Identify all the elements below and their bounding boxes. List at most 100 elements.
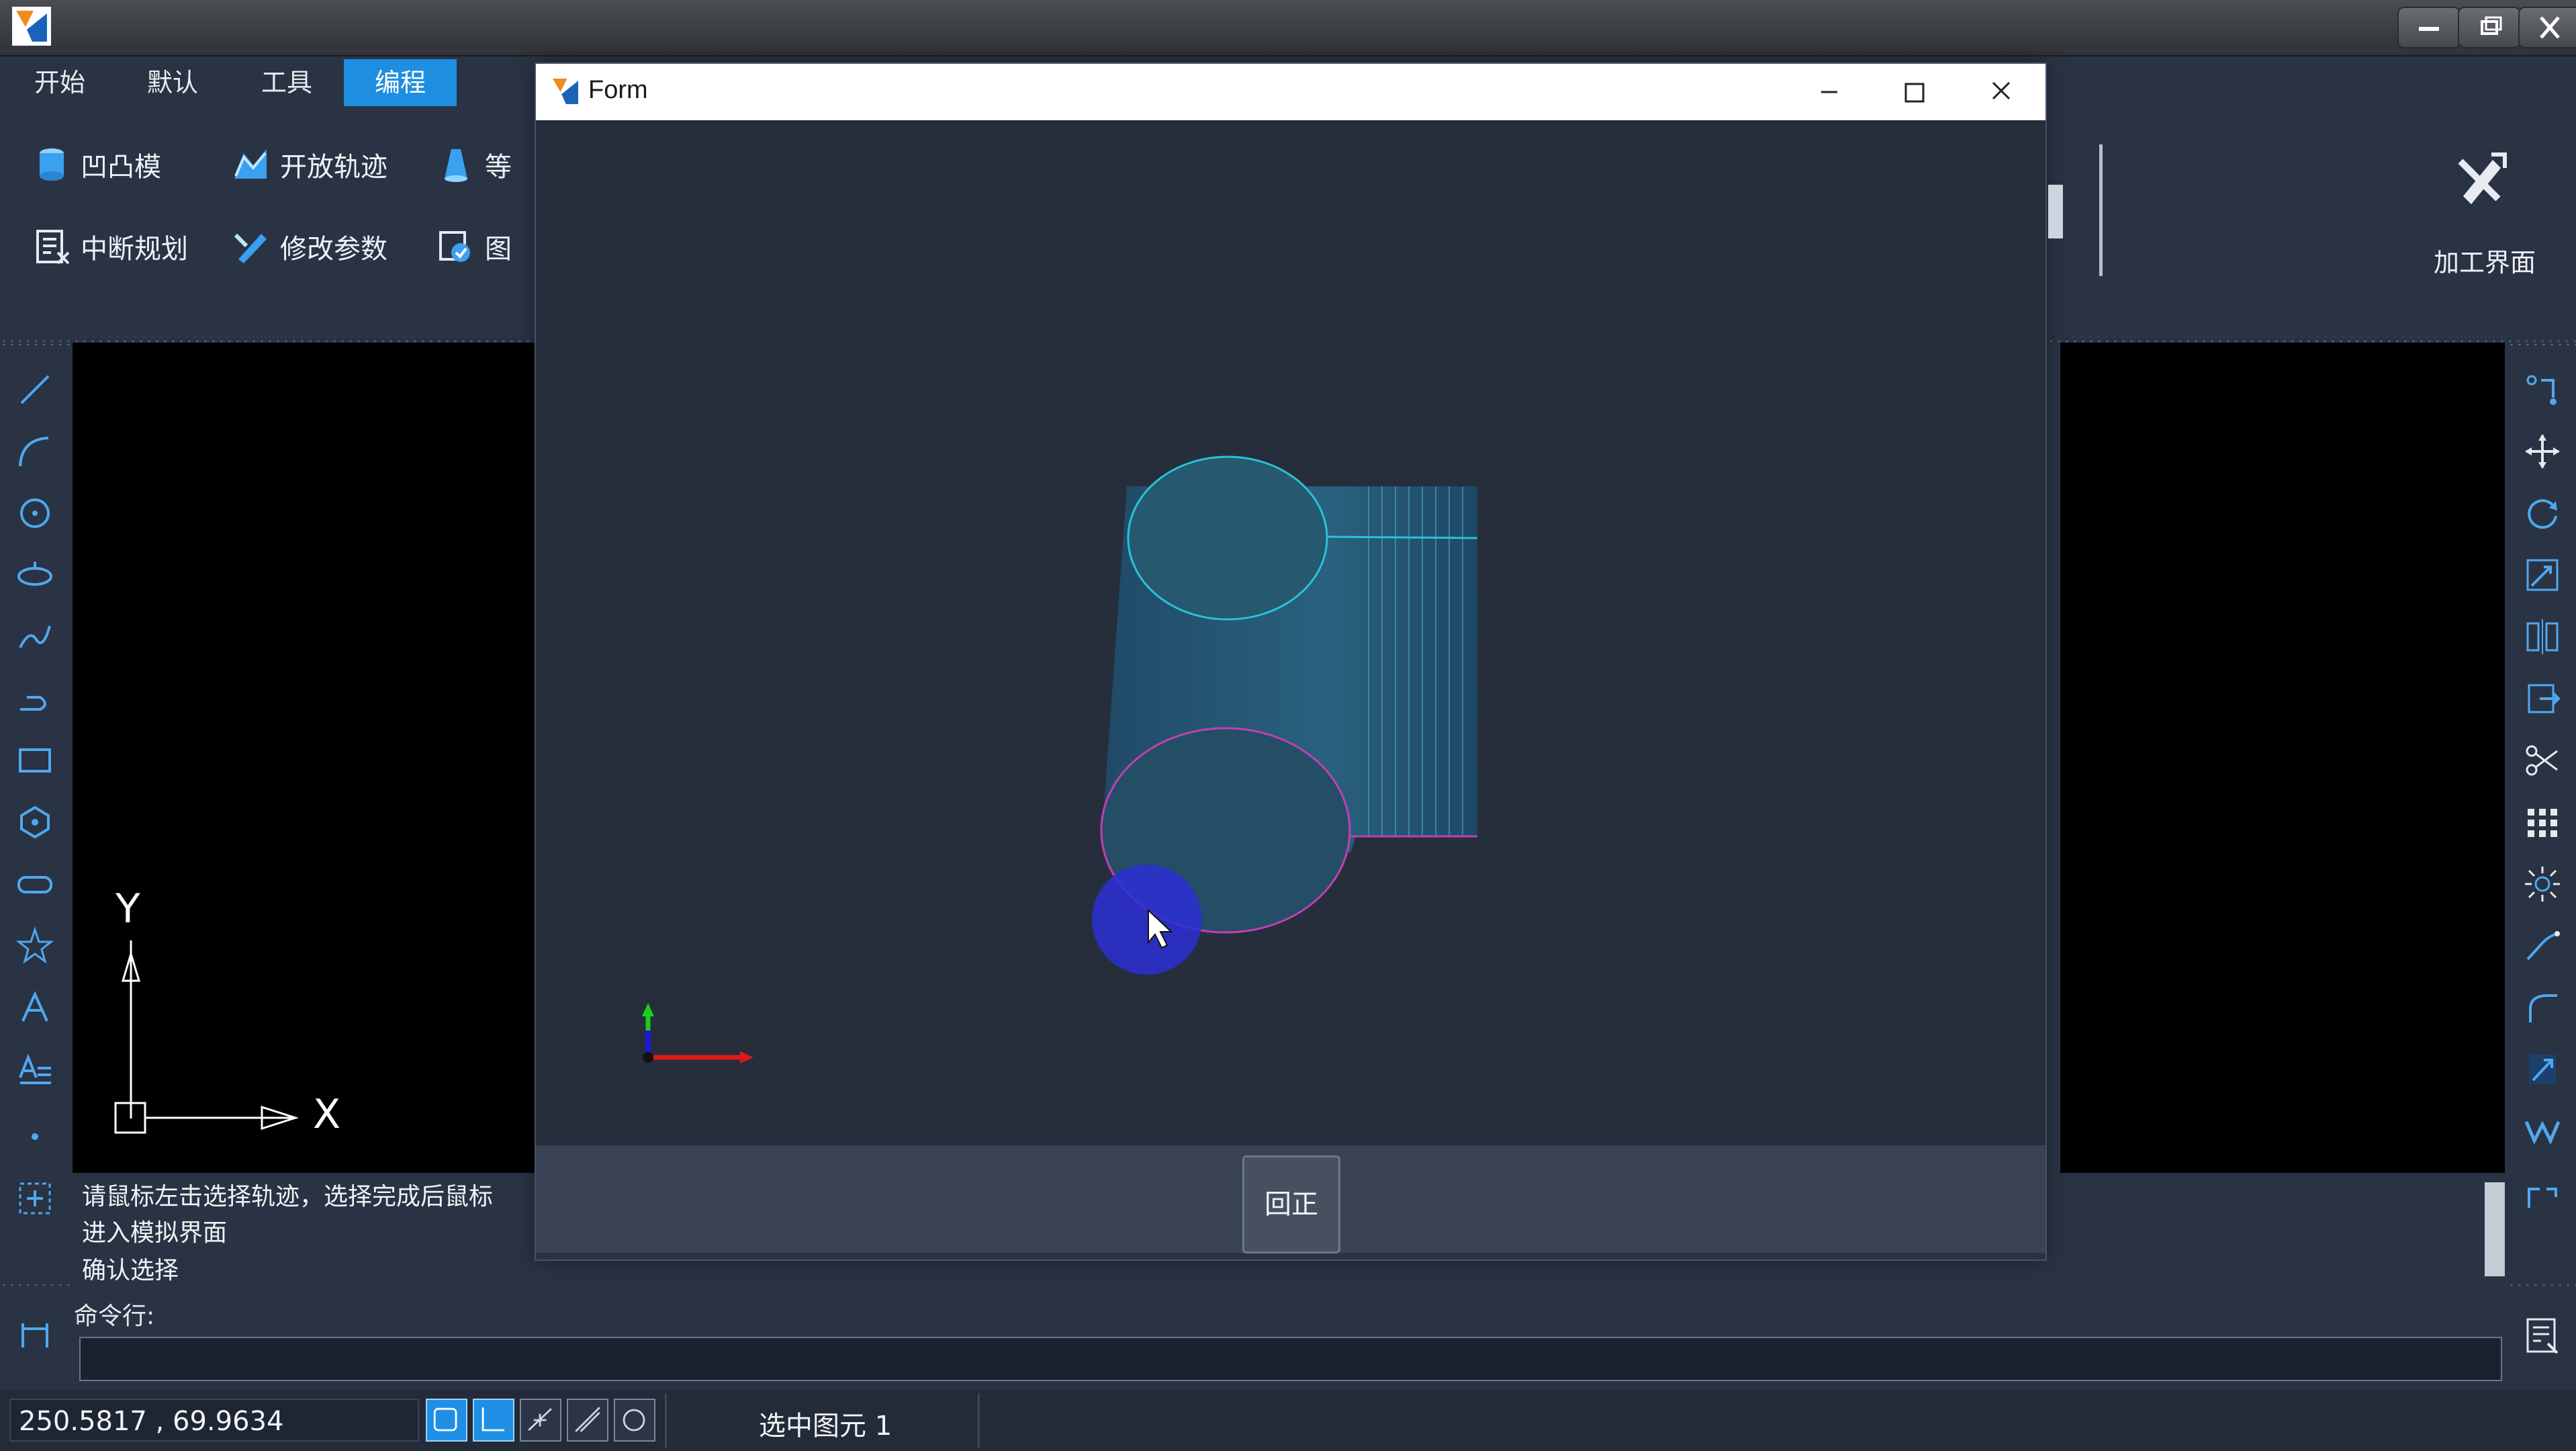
move-tool[interactable] [2521, 430, 2564, 473]
equal-button[interactable]: 等 [436, 134, 512, 195]
join-tool[interactable] [2521, 1110, 2564, 1153]
dimension-tool[interactable] [13, 1314, 56, 1357]
select-tool[interactable] [13, 1177, 56, 1220]
star-tool[interactable] [13, 924, 56, 967]
command-line-input[interactable] [79, 1337, 2502, 1381]
scale-tool[interactable] [2521, 554, 2564, 597]
array-tool[interactable] [2521, 801, 2564, 844]
point-icon [32, 1133, 38, 1140]
simulation-viewport[interactable] [536, 120, 2045, 1195]
right-toolbar-grip-bottom [2508, 1283, 2576, 1287]
left-toolbar-grip [0, 343, 70, 347]
machining-interface-label[interactable]: 加工界面 [2418, 242, 2552, 279]
viewport-scrollbar[interactable] [2048, 185, 2063, 238]
open-path-icon [234, 149, 267, 179]
polygon-tool[interactable] [13, 801, 56, 844]
mirror-tool[interactable] [2521, 615, 2564, 658]
status-separator-2 [978, 1393, 980, 1448]
text-a-icon [21, 991, 48, 1022]
line-icon [20, 375, 50, 404]
image-button[interactable]: 图 [436, 216, 512, 277]
fillet-tool[interactable] [2521, 924, 2564, 967]
properties-icon [2526, 1318, 2559, 1354]
explode-tool[interactable] [2521, 863, 2564, 906]
text-edit-tool[interactable] [13, 1048, 56, 1091]
modify-params-icon [234, 233, 267, 263]
form-maximize-button[interactable] [1875, 64, 1956, 120]
polyline-tool[interactable] [13, 677, 56, 720]
cursor-highlight [1092, 865, 1202, 975]
interrupt-plan-label: 中断规划 [81, 234, 188, 265]
ellipse-tool[interactable] [13, 554, 56, 597]
minimize-icon [2419, 27, 2439, 31]
snap-toggle-1[interactable] [426, 1399, 467, 1442]
break-tool[interactable] [2521, 1177, 2564, 1220]
modify-params-label: 修改参数 [280, 234, 387, 265]
ellipse-icon [17, 562, 52, 586]
snap-toggle-5[interactable] [614, 1399, 655, 1442]
message-scrollbar[interactable] [2485, 1182, 2505, 1276]
chamfer-tool[interactable] [2521, 986, 2564, 1029]
form-minimize-button[interactable] [1789, 64, 1870, 120]
interrupt-plan-button[interactable]: 中断规划 [32, 216, 188, 277]
close-window-button[interactable] [2518, 7, 2576, 48]
dimension-icon [21, 1323, 48, 1348]
form-close-button[interactable] [1961, 64, 2041, 120]
machining-tools-icon[interactable] [2451, 148, 2512, 208]
simulation-scene [642, 455, 1478, 1063]
ortho-icon [481, 1407, 504, 1432]
restore-button[interactable] [2458, 7, 2521, 48]
right-toolbar-grip [2508, 343, 2576, 347]
tab-tools[interactable]: 工具 [239, 59, 334, 106]
offset-tool[interactable] [2521, 677, 2564, 720]
polygon-icon [20, 805, 50, 839]
message-line-2: 进入模拟界面 [82, 1219, 228, 1247]
mirror-icon [2526, 619, 2559, 654]
form-app-icon [552, 78, 579, 105]
form-title: Form [588, 76, 648, 104]
rotate-tool[interactable] [2521, 492, 2564, 535]
reset-view-button[interactable]: 回正 [1242, 1155, 1340, 1254]
minimize-icon [1821, 91, 1837, 93]
line-tool[interactable] [13, 368, 56, 411]
message-line-1: 请鼠标左击选择轨迹，选择完成后鼠标 [82, 1183, 494, 1211]
cursor-coordinates: 250.5817 , 69.9634 [9, 1399, 419, 1442]
explode-icon [2525, 867, 2560, 902]
tab-start[interactable]: 开始 [12, 59, 107, 106]
cylinder-icon [40, 148, 64, 181]
arc-icon [19, 437, 49, 467]
point-tool[interactable] [13, 1110, 56, 1153]
form-title-bar[interactable]: Form [536, 64, 2045, 120]
snap-toggle-4[interactable] [567, 1399, 608, 1442]
arc-tool[interactable] [13, 430, 56, 473]
concave-convex-button[interactable]: 凹凸模 [32, 134, 161, 195]
status-separator [665, 1393, 667, 1448]
open-path-button[interactable]: 开放轨迹 [232, 134, 387, 195]
spline-icon [19, 625, 51, 648]
x-axis-label: X [313, 1091, 341, 1138]
drawing-canvas-right[interactable] [2060, 343, 2505, 1173]
grid-snap-icon [528, 1408, 552, 1431]
snap-toggle-3[interactable] [520, 1399, 561, 1442]
polyline-icon [20, 696, 46, 711]
message-line-3: 确认选择 [82, 1257, 179, 1284]
spline-tool[interactable] [13, 615, 56, 658]
concave-convex-label: 凹凸模 [81, 152, 161, 183]
extend-tool[interactable] [2521, 1048, 2564, 1091]
properties-tool[interactable] [2521, 1314, 2564, 1357]
command-line-label: 命令行: [74, 1303, 155, 1330]
slot-tool[interactable] [13, 863, 56, 906]
tab-programming[interactable]: 编程 [344, 59, 457, 106]
minimize-button[interactable] [2397, 7, 2460, 48]
node-edit-tool[interactable] [2521, 368, 2564, 411]
close-icon [1992, 81, 2011, 100]
text-tool[interactable] [13, 986, 56, 1029]
modify-params-button[interactable]: 修改参数 [232, 216, 387, 277]
circle-tool[interactable] [13, 492, 56, 535]
rectangle-tool[interactable] [13, 739, 56, 782]
selected-count: 选中图元 1 [759, 1411, 892, 1442]
snap-toggle-2[interactable] [473, 1399, 514, 1442]
trim-tool[interactable] [2521, 739, 2564, 782]
tab-default[interactable]: 默认 [125, 59, 220, 106]
orientation-triad [642, 1003, 753, 1063]
